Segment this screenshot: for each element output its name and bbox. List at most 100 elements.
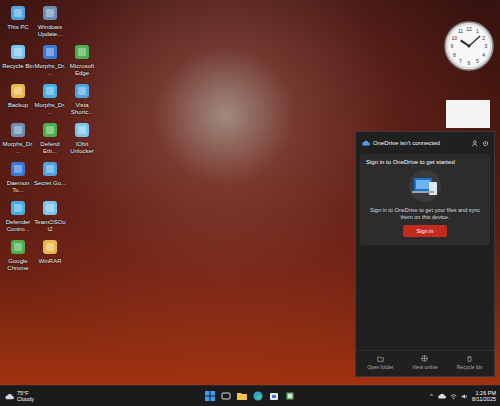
desktop-icon[interactable]: Morphs_Dr... [34,43,66,81]
cloud-icon [361,140,370,146]
desktop-icon[interactable]: IObit Unlocker [66,121,98,159]
app-icon [73,43,91,61]
icon-label: Recycle Bin [2,63,34,70]
app-icon [41,199,59,217]
hour-hand [461,40,469,46]
flyout-header: OneDrive isn't connected [356,132,494,154]
desktop-icon[interactable]: Defend Eth... [34,121,66,159]
icon-label: Windows Update... [34,24,66,37]
svg-text:4: 4 [482,52,485,58]
app-window-icon[interactable] [285,391,295,401]
desktop-icon[interactable]: Microsoft Edge [66,43,98,81]
trash-icon [466,355,473,362]
desktop-icon[interactable]: WinRAR [34,238,66,276]
icon-label: Defend Eth... [34,141,66,154]
flyout-action[interactable]: Recycle bin [447,355,492,370]
windows-start-icon[interactable] [205,391,215,401]
edge-icon[interactable] [253,391,263,401]
folder-icon [377,355,384,362]
volume-icon[interactable] [461,393,468,400]
network-icon[interactable] [450,393,457,400]
icon-label: Daemon To... [2,180,34,193]
desktop-icon[interactable]: This PC [2,4,34,42]
globe-icon [421,355,428,362]
icon-label: IObit Unlocker [66,141,98,154]
tray-chevron[interactable]: ^ [430,393,433,399]
app-icon [41,238,59,256]
desktop-icon[interactable]: Google Chrome [2,238,34,276]
app-icon [9,4,27,22]
weather-condition: Cloudy [17,396,34,402]
app-icon [9,160,27,178]
clock-widget: 121234567891011 [443,20,495,72]
desktop: This PC Recycle Bin Backup Morphs_Dr... Daem… [0,0,500,385]
app-icon [9,82,27,100]
app-icon [41,4,59,22]
date: 8/11/2025 [472,396,496,402]
svg-text:3: 3 [485,43,488,49]
svg-text:9: 9 [451,43,454,49]
task-view-icon[interactable] [221,391,231,401]
desktop-icon[interactable]: Backup [2,82,34,120]
flyout-action[interactable]: Open folder [358,355,403,370]
app-icon [9,121,27,139]
desktop-icon[interactable]: TeamOSOut2 [34,199,66,237]
icon-label: Backup [8,102,28,109]
devices-illustration-icon [405,169,445,203]
icon-label: Morphs_Dr... [2,141,34,154]
blank-window [446,100,490,128]
cloud-icon [4,393,14,400]
icon-column: This PC Recycle Bin Backup Morphs_Dr... Daem… [2,4,34,276]
onedrive-icon[interactable] [437,393,446,399]
desktop-icon[interactable]: Morphs_Dr... [2,121,34,159]
desktop-icon[interactable]: Secret Go... [34,160,66,198]
clock[interactable]: 1:26 PM8/11/2025 [472,390,496,402]
desktop-icon[interactable]: Recycle Bin [2,43,34,81]
action-label: Recycle bin [457,364,483,370]
desktop-icon[interactable]: Defender Contro... [2,199,34,237]
icon-label: WinRAR [38,258,61,265]
flyout-actions: Open folder View online Recycle bin [356,350,494,376]
action-label: Open folder [367,364,393,370]
icon-label: Microsoft Edge [66,63,98,76]
icon-column: Microsoft Edge Vista Shortc... IObit Unloc… [66,4,98,276]
desktop-icon[interactable]: Windows Update... [34,4,66,42]
weather-widget[interactable]: 75°FCloudy [4,390,205,402]
flyout-action[interactable]: View online [403,355,448,370]
desktop-icon[interactable]: Daemon To... [2,160,34,198]
flyout-title: OneDrive isn't connected [373,140,469,146]
minute-hand [469,36,480,46]
time: 1:26 PM [476,390,496,396]
icon-column: Windows Update... Morphs_Dr... Morphs_Dr..… [34,4,66,276]
gear-icon[interactable] [482,140,489,147]
action-label: View online [412,364,437,370]
desktop-icon[interactable]: Morphs_Dr... [34,82,66,120]
svg-text:5: 5 [476,58,479,64]
file-explorer-icon[interactable] [237,391,247,401]
store-icon[interactable] [269,391,279,401]
screen: This PC Recycle Bin Backup Morphs_Dr... Daem… [0,0,500,406]
icon-label: This PC [7,24,28,31]
svg-text:10: 10 [451,35,457,41]
card-heading: Sign in to OneDrive to get started [366,159,455,165]
app-icon [9,238,27,256]
app-icon [9,199,27,217]
temperature: 75°F [17,390,34,396]
icon-label: Morphs_Dr... [34,63,66,76]
app-icon [41,82,59,100]
svg-text:2: 2 [482,35,485,41]
app-icon [41,43,59,61]
icon-label: Defender Contro... [2,219,34,232]
icon-label: TeamOSOut2 [34,219,66,232]
app-icon [73,82,91,100]
system-tray: ^ 1:26 PM8/11/2025 [295,390,496,402]
app-icon [41,160,59,178]
app-icon [73,121,91,139]
sign-in-button[interactable]: Sign in [403,225,447,237]
taskbar-apps [205,391,295,401]
app-icon [41,121,59,139]
people-icon[interactable] [472,140,479,147]
svg-text:8: 8 [453,52,456,58]
desktop-icon[interactable]: Vista Shortc... [66,82,98,120]
app-icon [9,43,27,61]
